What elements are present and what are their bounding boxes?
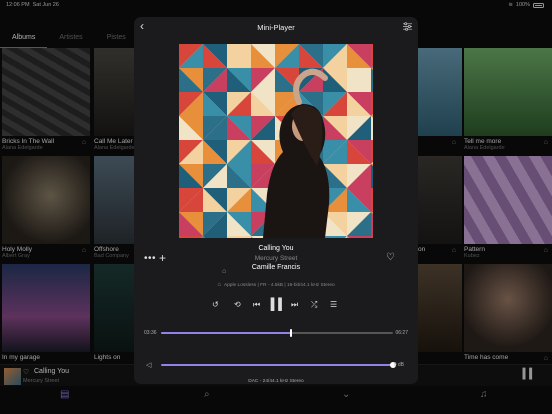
cover-pattern-shape bbox=[347, 236, 371, 238]
cover-pattern-shape bbox=[179, 236, 203, 238]
modal-header: ‹ Mini-Player bbox=[134, 17, 418, 37]
replay-icon[interactable]: ↺ bbox=[212, 300, 219, 309]
cover-pattern-shape bbox=[371, 236, 373, 238]
cloud-home-icon: ⌂ bbox=[222, 268, 227, 275]
song-info: Calling You Mercury Street Camille Franc… bbox=[134, 245, 418, 271]
next-icon[interactable]: ⏭ bbox=[291, 300, 298, 310]
progress-row: 03:36 06:27 bbox=[134, 329, 418, 338]
shuffle-icon[interactable]: ⤮ bbox=[311, 300, 317, 310]
cover-pattern-shape bbox=[203, 236, 227, 238]
format-info: ⌂ Apple Lossless | FR - 4.5kB | 16-bit/44… bbox=[134, 282, 418, 288]
format-text: Apple Lossless | FR - 4.5kB | 16-bit/44.… bbox=[223, 283, 335, 288]
artist-name: Camille Francis bbox=[251, 264, 301, 271]
cover-pattern-shape bbox=[371, 188, 373, 212]
album-name: Mercury Street bbox=[254, 255, 298, 262]
modal-title: Mini-Player bbox=[257, 23, 295, 32]
song-title: Calling You bbox=[258, 245, 294, 252]
volume-row: ◁ 0 dB bbox=[134, 362, 418, 370]
volume-slider[interactable] bbox=[161, 362, 396, 368]
cover-pattern-shape bbox=[227, 236, 251, 238]
pause-icon[interactable]: ▍▍ bbox=[271, 298, 287, 311]
cover-pattern-shape bbox=[371, 92, 373, 116]
progress-knob[interactable] bbox=[289, 329, 292, 337]
cover-pattern-shape bbox=[371, 212, 373, 236]
dac-info: DAC - 24/44.1 kHz Stereo bbox=[248, 379, 304, 384]
sliders-icon[interactable] bbox=[403, 22, 412, 31]
repeat-icon[interactable]: ⟲ bbox=[234, 300, 241, 309]
cloud-home-icon: ⌂ bbox=[217, 282, 221, 288]
remaining-time: 06:27 bbox=[395, 330, 408, 336]
album-cover-art bbox=[179, 44, 373, 238]
queue-icon[interactable]: ☰ bbox=[330, 300, 337, 309]
transport-controls: ↺ ⟲ ⏮ ▍▍ ⏭ ⤮ ☰ bbox=[134, 298, 418, 314]
speaker-icon: ◁ bbox=[146, 362, 152, 369]
progress-slider[interactable] bbox=[161, 329, 393, 337]
mini-player-modal: ‹ Mini-Player ••• + Calling You Mercury … bbox=[134, 17, 418, 384]
cover-pattern-shape bbox=[371, 140, 373, 164]
heart-icon[interactable]: ♡ bbox=[386, 252, 395, 263]
cover-pattern-shape bbox=[371, 44, 373, 68]
progress-fill bbox=[161, 332, 291, 334]
previous-icon[interactable]: ⏮ bbox=[253, 300, 260, 310]
cover-pattern-shape bbox=[371, 116, 373, 140]
elapsed-time: 03:36 bbox=[144, 330, 157, 336]
cover-pattern-shape bbox=[323, 236, 347, 238]
cover-pattern-shape bbox=[371, 68, 373, 92]
cover-pattern-shape bbox=[371, 164, 373, 188]
volume-value: 0 dB bbox=[393, 362, 404, 368]
